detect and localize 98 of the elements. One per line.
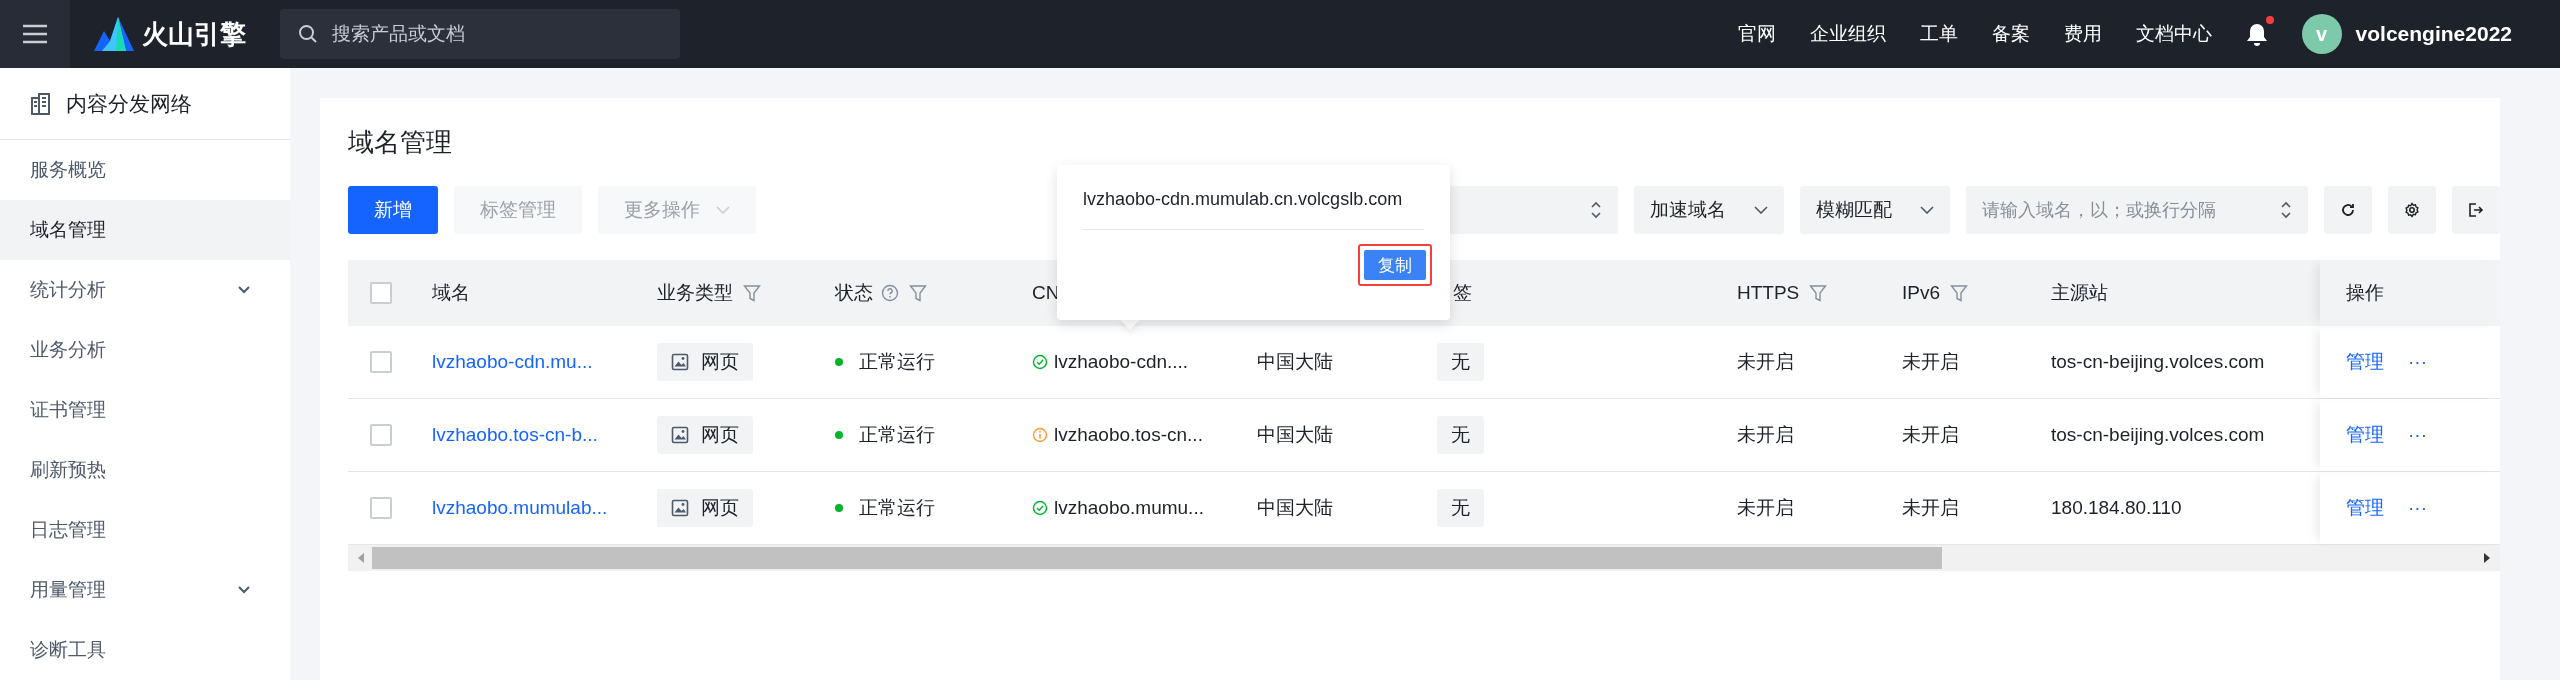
user-name[interactable]: volcengine2022 [2355, 22, 2512, 46]
filter-icon[interactable] [743, 284, 761, 302]
status-text: 正常运行 [859, 496, 935, 520]
status-text: 正常运行 [859, 423, 935, 447]
sidebar-item[interactable]: 服务概览 [0, 140, 290, 200]
sidebar-item[interactable]: 刷新预热 [0, 440, 290, 500]
search-icon [298, 24, 318, 44]
bell-icon [2245, 22, 2268, 46]
refresh-icon [2340, 202, 2356, 218]
page-title: 域名管理 [348, 126, 453, 158]
row-checkbox[interactable] [370, 424, 392, 446]
tag-chip: 无 [1437, 489, 1484, 527]
scroll-left-icon[interactable] [356, 552, 366, 564]
copy-button[interactable]: 复制 [1364, 250, 1426, 280]
column-header: 业务类型 [657, 281, 733, 305]
help-icon[interactable] [881, 284, 899, 302]
cname-full-text: lvzhaobo-cdn.mumulab.cn.volcgslb.com [1083, 188, 1404, 211]
nav-link[interactable]: 工单 [1919, 21, 1958, 47]
image-icon [671, 426, 689, 444]
chevron-down-icon [1920, 206, 1934, 214]
filter-icon[interactable] [909, 284, 927, 302]
nav-link[interactable]: 企业组织 [1809, 21, 1886, 47]
table-cell: 180.184.80.110 [2051, 497, 2182, 519]
chevron-down-icon [716, 206, 730, 214]
brand-name: 火山引擎 [142, 17, 246, 51]
column-header: IPv6 [1902, 282, 1941, 304]
cname-text: lvzhaobo-cdn.... [1054, 351, 1189, 373]
table-cell: tos-cn-beijing.volces.com [2051, 351, 2265, 373]
menu-icon [22, 24, 48, 44]
manage-link[interactable]: 管理 [2346, 349, 2384, 375]
sidebar-item[interactable]: 统计分析 [0, 260, 290, 320]
sidebar-item[interactable]: 域名管理 [0, 200, 290, 260]
table-cell-text: 中国大陆 [1257, 350, 1333, 374]
mountain-logo-icon [94, 17, 134, 51]
column-header: 操作 [2346, 281, 2384, 305]
tag-chip: 无 [1437, 416, 1484, 454]
more-link[interactable]: ··· [2408, 351, 2427, 373]
table-cell-text: 未开启 [1902, 423, 1959, 447]
chevron-down-icon [1754, 206, 1768, 214]
filter-icon[interactable] [1809, 284, 1828, 302]
table-cell-text: 未开启 [1902, 350, 1959, 374]
settings-icon [2404, 202, 2420, 218]
domain-search-field[interactable]: 请输入域名，以；或换行分隔 [1966, 186, 2308, 234]
column-header: 域名 [432, 281, 470, 305]
domain-link[interactable]: lvzhaobo-cdn.mu... [432, 351, 593, 373]
sidebar-item[interactable]: 日志管理 [0, 500, 290, 560]
status-text: 正常运行 [859, 350, 935, 374]
nav-link[interactable]: 费用 [2063, 21, 2102, 47]
table-cell-text: 未开启 [1737, 350, 1794, 374]
sidebar-item[interactable]: 诊断工具 [0, 620, 290, 680]
filter-icon[interactable] [1950, 284, 1969, 302]
search-field[interactable]: 搜索产品或文档 [280, 9, 680, 59]
select-all-checkbox[interactable] [370, 282, 392, 304]
table-cell-text: 中国大陆 [1257, 496, 1333, 520]
updown-icon [1590, 200, 1602, 220]
tag-chip: 无 [1437, 343, 1484, 381]
sidebar-item[interactable]: 用量管理 [0, 560, 290, 620]
select-field[interactable]: 加速域名 [1634, 186, 1784, 234]
nav-link[interactable]: 文档中心 [2135, 21, 2212, 47]
export-button[interactable] [2452, 186, 2500, 234]
sidebar-item[interactable]: 业务分析 [0, 320, 290, 380]
image-icon [671, 499, 689, 517]
settings-button[interactable] [2388, 186, 2436, 234]
row-checkbox[interactable] [370, 497, 392, 519]
product-title: 内容分发网络 [66, 90, 192, 117]
column-header: 状态 [835, 281, 873, 305]
image-icon [671, 353, 689, 371]
table-cell-text: 未开启 [1737, 423, 1794, 447]
type-tag: 网页 [657, 343, 753, 381]
table-cell: tos-cn-beijing.volces.com [2051, 424, 2265, 446]
row-checkbox[interactable] [370, 351, 392, 373]
type-tag: 网页 [657, 416, 753, 454]
domain-link[interactable]: lvzhaobo.tos-cn-b... [432, 424, 598, 446]
refresh-button[interactable] [2324, 186, 2372, 234]
nav-link[interactable]: 备案 [1991, 21, 2030, 47]
action-button[interactable]: 新增 [348, 186, 438, 234]
more-link[interactable]: ··· [2408, 424, 2427, 446]
sidebar-item[interactable]: 证书管理 [0, 380, 290, 440]
manage-link[interactable]: 管理 [2346, 495, 2384, 521]
manage-link[interactable]: 管理 [2346, 422, 2384, 448]
table-cell-text: 未开启 [1737, 496, 1794, 520]
domain-link[interactable]: lvzhaobo.mumulab... [432, 497, 608, 519]
column-header: HTTPS [1737, 282, 1800, 304]
updown-icon [2280, 200, 2292, 220]
table-cell-text: 中国大陆 [1257, 423, 1333, 447]
horizontal-scrollbar[interactable] [348, 545, 2500, 571]
export-icon [2468, 202, 2484, 218]
menu-button[interactable] [0, 0, 70, 68]
cname-text: lvzhaobo.mumu... [1054, 497, 1204, 519]
nav-link[interactable]: 官网 [1737, 21, 1776, 47]
cname-text: lvzhaobo.tos-cn... [1054, 424, 1203, 446]
column-header: 主源站 [2051, 281, 2108, 305]
select-field[interactable]: 模糊匹配 [1800, 186, 1950, 234]
type-tag: 网页 [657, 489, 753, 527]
scroll-right-icon[interactable] [2482, 552, 2492, 564]
table-cell-text: 未开启 [1902, 496, 1959, 520]
more-link[interactable]: ··· [2408, 497, 2427, 519]
column-header: 签 [1453, 281, 1472, 305]
